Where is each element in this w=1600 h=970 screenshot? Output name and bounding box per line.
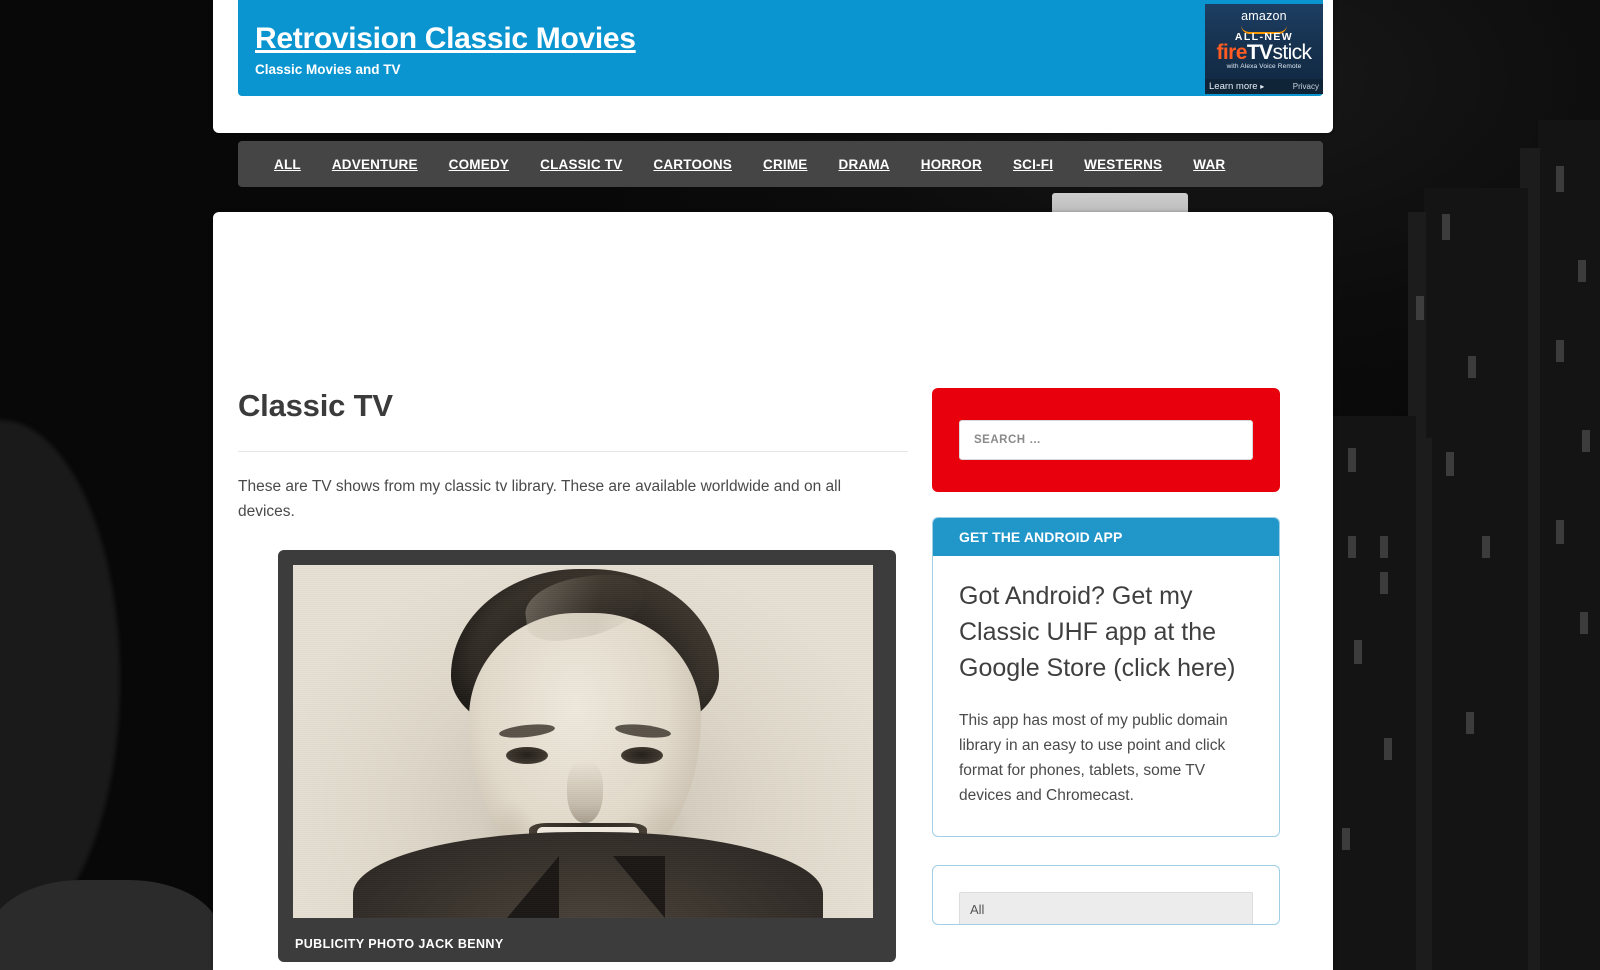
ad-arrow-icon: ▸ [1260, 82, 1265, 91]
window [1380, 536, 1388, 558]
ad-product-name: fireTVstick [1205, 42, 1323, 63]
nav-item-westerns[interactable]: WESTERNS [1084, 157, 1162, 172]
building-right-1 [1538, 120, 1600, 970]
nav-item-cartoons[interactable]: CARTOONS [653, 157, 732, 172]
nav-item-sci-fi[interactable]: SCI-FI [1013, 157, 1053, 172]
window [1446, 452, 1454, 476]
figure-caption: PUBLICITY PHOTO JACK BENNY [295, 937, 504, 951]
ad-product-fire: fire [1216, 41, 1248, 64]
partial-widget: All [932, 865, 1280, 925]
site-title[interactable]: Retrovision Classic Movies [255, 22, 636, 56]
android-widget-description: This app has most of my public domain li… [959, 712, 1228, 804]
sidebar: GET THE ANDROID APP Got Android? Get my … [932, 388, 1280, 925]
article: Classic TV These are TV shows from my cl… [238, 388, 908, 970]
window [1482, 536, 1490, 558]
article-figure: PUBLICITY PHOTO JACK BENNY [278, 550, 896, 962]
nav-item-crime[interactable]: CRIME [763, 157, 808, 172]
window [1582, 430, 1590, 452]
nav-item-adventure[interactable]: ADVENTURE [332, 157, 418, 172]
window [1384, 738, 1392, 760]
category-select[interactable]: All [959, 892, 1253, 924]
window [1466, 712, 1474, 734]
android-widget-body: Got Android? Get my Classic UHF app at t… [933, 556, 1279, 836]
nav-item-classic-tv[interactable]: CLASSIC TV [540, 157, 622, 172]
amazon-fire-tv-ad[interactable]: amazon ALL-NEW fireTVstick with Alexa Vo… [1205, 4, 1323, 94]
window [1348, 448, 1356, 472]
android-app-widget: GET THE ANDROID APP Got Android? Get my … [932, 517, 1280, 837]
top-ad-slot [238, 224, 1308, 376]
window [1578, 260, 1586, 282]
nav-item-all[interactable]: ALL [274, 157, 301, 172]
photo-nose [567, 761, 603, 823]
ad-product-tv: TV [1246, 41, 1273, 64]
window [1380, 572, 1388, 594]
amazon-logo-text: amazon [1241, 9, 1287, 23]
content-card: Classic TV These are TV shows from my cl… [213, 212, 1333, 970]
window [1556, 340, 1564, 362]
nav-item-drama[interactable]: DRAMA [839, 157, 890, 172]
main-navigation: ALL ADVENTURE COMEDY CLASSIC TV CARTOONS… [238, 141, 1323, 187]
nav-item-war[interactable]: WAR [1193, 157, 1225, 172]
header-banner: Retrovision Classic Movies Classic Movie… [238, 0, 1323, 96]
building-right-3-side [1416, 438, 1432, 970]
photo-lapel-right [613, 856, 665, 918]
search-input[interactable] [959, 420, 1253, 460]
foreground-ground [0, 880, 220, 970]
nav-list: ALL ADVENTURE COMEDY CLASSIC TV CARTOONS… [238, 141, 1323, 187]
nav-item-comedy[interactable]: COMEDY [449, 157, 509, 172]
window [1556, 166, 1564, 192]
site-container: Retrovision Classic Movies Classic Movie… [213, 0, 1333, 970]
window [1416, 296, 1424, 320]
ad-footer[interactable]: Privacy Learn more ▸ [1205, 79, 1323, 94]
window [1556, 520, 1564, 544]
ad-subtitle: with Alexa Voice Remote [1226, 63, 1302, 70]
building-right-3 [1332, 416, 1416, 970]
building-right-2 [1424, 188, 1528, 970]
window [1442, 214, 1450, 240]
photo-lapel-left [507, 856, 559, 918]
photo-eye-right [621, 747, 663, 764]
site-tagline: Classic Movies and TV [255, 62, 401, 77]
page-title: Classic TV [238, 388, 393, 423]
title-divider [238, 451, 908, 452]
jack-benny-photo [293, 565, 873, 918]
android-widget-heading: GET THE ANDROID APP [933, 518, 1279, 556]
android-app-link[interactable]: Got Android? Get my Classic UHF app at t… [959, 578, 1253, 686]
nav-item-horror[interactable]: HORROR [921, 157, 982, 172]
window [1468, 356, 1476, 378]
article-intro: These are TV shows from my classic tv li… [238, 478, 842, 520]
window [1580, 612, 1588, 634]
photo-eye-left [506, 747, 548, 764]
ad-learn-more-link[interactable]: Learn more [1209, 81, 1258, 92]
search-widget [932, 388, 1280, 492]
ad-product-stick: stick [1272, 41, 1312, 64]
window [1354, 640, 1362, 664]
site-header: Retrovision Classic Movies Classic Movie… [213, 0, 1333, 133]
window [1348, 536, 1356, 558]
ad-privacy-link[interactable]: Privacy [1293, 79, 1323, 94]
window [1342, 828, 1350, 850]
